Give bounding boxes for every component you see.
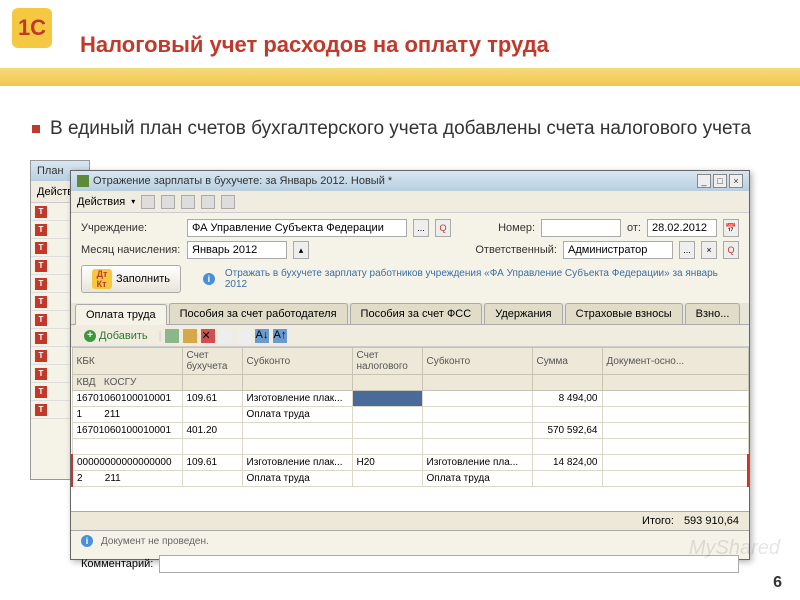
window-title: Отражение зарплаты в бухучете: за Январь… [93,175,392,187]
org-select-button[interactable]: ... [413,219,429,237]
sort-desc-icon[interactable]: A↑ [273,329,287,343]
resp-clear-button[interactable]: × [701,241,717,259]
date-picker-button[interactable]: 📅 [723,219,739,237]
table-row[interactable] [72,439,748,455]
month-label: Месяц начисления: [81,244,181,256]
table-row[interactable]: 1 211 Оплата труда [72,407,748,423]
bullet-content: В единый план счетов бухгалтерского учет… [50,118,751,139]
table-row[interactable]: 16701060100010001 109.61 Изготовление пл… [72,391,748,407]
account-icon: Т [35,314,47,326]
tab-insurance[interactable]: Страховые взносы [565,303,683,324]
comment-input[interactable] [159,555,739,573]
account-icon: Т [35,350,47,362]
col-taxacct[interactable]: Счет налогового [352,348,422,375]
tab-more[interactable]: Взно... [685,303,741,324]
resp-open-button[interactable]: Q [723,241,739,259]
account-icon: Т [35,296,47,308]
status-bar: i Документ не проведен. [71,531,749,551]
bullet-marker [32,125,40,133]
toolbar-icon[interactable] [181,195,195,209]
plus-icon: + [84,330,96,342]
account-icon: Т [35,206,47,218]
account-icon: Т [35,224,47,236]
account-icon: Т [35,386,47,398]
toolbar-icon[interactable] [161,195,175,209]
minimize-button[interactable]: _ [697,174,711,188]
resp-input[interactable]: Администратор [563,241,673,259]
org-label: Учреждение: [81,222,181,234]
resp-select-button[interactable]: ... [679,241,695,259]
close-button[interactable]: × [729,174,743,188]
tabs: Оплата труда Пособия за счет работодател… [71,303,749,325]
col-taxsub[interactable]: Субконто [422,348,532,375]
doc-icon [77,175,89,187]
sort-asc-icon[interactable]: A↓ [255,329,269,343]
col-acct[interactable]: Счет бухучета [182,348,242,375]
comment-row: Комментарий: [71,551,749,577]
total-row: Итого: 593 910,64 [71,512,749,531]
win2-toolbar: Действия▾ [71,191,749,213]
account-icon: Т [35,368,47,380]
edit-icon[interactable] [165,329,179,343]
col-doc[interactable]: Документ-осно... [602,348,748,375]
info-icon: i [203,273,215,285]
delete-icon[interactable]: ✕ [201,329,215,343]
grid-toolbar: + Добавить | ✕ A↓ A↑ [71,325,749,347]
col-kbk[interactable]: КБК [72,348,182,375]
app-logo: 1C [12,8,62,58]
fill-button[interactable]: ДтКт Заполнить [81,265,181,293]
table-row[interactable]: 16701060100010001 401.20 570 592,64 [72,423,748,439]
account-icon: Т [35,278,47,290]
total-label: Итого: [642,515,674,527]
form-header: Учреждение: ФА Управление Субъекта Федер… [71,213,749,303]
date-label: от: [627,222,641,234]
org-input[interactable]: ФА Управление Субъекта Федерации [187,219,407,237]
win2-titlebar[interactable]: Отражение зарплаты в бухучете: за Январь… [71,171,749,191]
month-input[interactable]: Январь 2012 [187,241,287,259]
move-down-icon[interactable] [237,329,251,343]
date-input[interactable]: 28.02.2012 [647,219,717,237]
move-up-icon[interactable] [219,329,233,343]
toolbar-icon[interactable] [141,195,155,209]
tab-fss-benefits[interactable]: Пособия за счет ФСС [350,303,483,324]
fill-icon: ДтКт [92,269,112,289]
tab-payroll[interactable]: Оплата труда [75,304,167,325]
num-input[interactable] [541,219,621,237]
account-icon: Т [35,404,47,416]
actions-menu[interactable]: Действия [77,196,125,208]
toolbar-icon[interactable] [201,195,215,209]
watermark: MyShared [689,537,780,560]
account-icon: Т [35,260,47,272]
data-grid[interactable]: КБК Счет бухучета Субконто Счет налогово… [71,347,749,512]
selected-cell [352,391,422,407]
account-icon: Т [35,242,47,254]
decorative-stripe [0,68,800,86]
maximize-button[interactable]: □ [713,174,727,188]
resp-label: Ответственный: [475,244,557,256]
page-number: 6 [773,574,782,592]
col-kvd[interactable]: КВД КОСГУ [72,375,182,391]
table-row-highlighted[interactable]: 2 211 Оплата труда Оплата труда [72,471,748,487]
total-value: 593 910,64 [684,515,739,527]
comment-label: Комментарий: [81,558,153,570]
info-icon: i [81,535,93,547]
slide-title: Налоговый учет расходов на оплату труда [80,32,549,58]
add-row-button[interactable]: + Добавить [77,327,155,345]
col-sub[interactable]: Субконто [242,348,352,375]
tab-deductions[interactable]: Удержания [484,303,562,324]
col-sum[interactable]: Сумма [532,348,602,375]
org-open-button[interactable]: Q [435,219,451,237]
num-label: Номер: [498,222,535,234]
copy-icon[interactable] [183,329,197,343]
payroll-reflection-window: Отражение зарплаты в бухучете: за Январь… [70,170,750,560]
month-up-button[interactable]: ▴ [293,241,309,259]
toolbar-icon[interactable] [221,195,235,209]
account-icon: Т [35,332,47,344]
table-row-highlighted[interactable]: 00000000000000000 109.61 Изготовление пл… [72,455,748,471]
logo-1c: 1C [12,8,52,48]
bullet-text: В единый план счетов бухгалтерского учет… [32,118,780,140]
tab-employer-benefits[interactable]: Пособия за счет работодателя [169,303,348,324]
info-text: Отражать в бухучете зарплату работников … [225,268,739,290]
